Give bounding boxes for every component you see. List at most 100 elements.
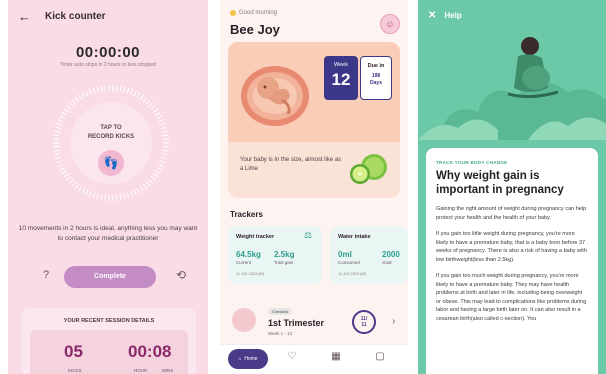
- dial-tick: [71, 181, 77, 187]
- dial-tick: [161, 153, 168, 156]
- profile-avatar[interactable]: ☺: [380, 14, 400, 34]
- session-duration: 00:08: [128, 342, 172, 361]
- dial-tick: [85, 90, 89, 97]
- total-gain: 2.5kg: [274, 250, 295, 259]
- dial-tick: [160, 156, 167, 160]
- weight-tracker-title: Weight tracker: [236, 234, 275, 240]
- dial-tick: [54, 130, 61, 133]
- dial-tick: [148, 102, 154, 108]
- dial-tick: [71, 99, 77, 105]
- water-consumed: 0ml: [338, 250, 352, 259]
- dial-tick: [159, 160, 166, 164]
- dial-tick: [53, 134, 60, 137]
- greeting: Good morning: [230, 10, 277, 16]
- dial-tick: [68, 178, 74, 184]
- dial-tick: [150, 176, 156, 181]
- dial-tick: [139, 185, 144, 192]
- dial-tick: [61, 111, 68, 116]
- recent-session-card: YOUR RECENT SESSION DETAILS 05 KICKS 00:…: [22, 308, 196, 374]
- dial-tick: [145, 181, 151, 187]
- bookmark-icon[interactable]: ▢: [372, 351, 388, 367]
- due-days-unit: Days: [370, 80, 382, 86]
- dial-tick: [158, 118, 165, 123]
- current-weight: 64.5kg: [236, 250, 261, 259]
- calendar-icon[interactable]: ▦: [328, 351, 344, 367]
- due-days: 198 Days: [361, 73, 391, 87]
- dial-tick: [115, 194, 118, 201]
- dial-tick: [130, 191, 134, 197]
- dial-tick: [74, 183, 80, 190]
- dial-tick: [136, 92, 141, 99]
- dial-tick: [139, 94, 144, 101]
- due-label: Due in: [367, 63, 385, 69]
- dial-tick: [133, 189, 137, 196]
- nav-home[interactable]: ⌂ Home: [228, 349, 268, 369]
- dial-tick: [78, 185, 83, 192]
- dial-tick: [53, 149, 60, 152]
- water-goal: 2000: [382, 250, 400, 259]
- dial-tick: [92, 87, 96, 94]
- user-icon: ☺: [385, 19, 395, 29]
- pregnancy-hero-card[interactable]: Week 12 Due in 198 Days Your baby is in …: [228, 42, 400, 198]
- dial-tick: [123, 193, 126, 200]
- dial-tick: [54, 153, 61, 156]
- home-icon: ⌂: [238, 356, 242, 362]
- nav-home-label: Home: [244, 356, 258, 362]
- heart-icon[interactable]: ♡: [284, 351, 300, 367]
- kick-counter-header: ← Kick counter: [18, 8, 198, 24]
- dial-tick: [133, 90, 137, 97]
- dial-tick: [85, 189, 89, 196]
- dial-tick: [161, 130, 168, 133]
- foot-icon: 👣: [103, 156, 119, 170]
- baby-size-text: Your baby is in the size, almost like as…: [240, 157, 342, 172]
- back-arrow-icon[interactable]: ←: [18, 9, 31, 24]
- record-kick-button[interactable]: 👣: [98, 150, 124, 176]
- weight-tracker-card[interactable]: Weight tracker ⚖ 64.5kg Current 2.5kg To…: [228, 226, 322, 284]
- tap-to-record-label: TAP TO RECORD KICKS: [70, 124, 152, 142]
- dial-tick: [66, 105, 72, 110]
- session-timer: 00:00:00: [75, 44, 141, 61]
- dial-tick: [92, 192, 96, 199]
- help-title: Help: [444, 11, 462, 20]
- dial-tick: [154, 170, 161, 175]
- due-card: Due in 198 Days: [360, 56, 392, 100]
- home-screen: Good morning Bee Joy ☺ Week 12 Due in 19…: [220, 0, 408, 374]
- dial-tick: [78, 94, 83, 101]
- baby-size-panel: Your baby is in the size, almost like as…: [228, 142, 400, 198]
- dial-tick: [159, 122, 166, 126]
- dial-tick: [150, 105, 156, 110]
- dial-tick: [57, 118, 64, 123]
- trimester-title: 1st Trimester: [268, 318, 325, 328]
- dial-tick: [142, 96, 148, 103]
- water-intake-card[interactable]: Water intake 0ml Consumed 2000 Goal 11 J…: [330, 226, 408, 284]
- dial-tick: [115, 85, 118, 92]
- dial-tick: [56, 122, 63, 126]
- dial-tick: [136, 187, 141, 194]
- dial-tick: [66, 176, 72, 181]
- complete-button[interactable]: Complete: [64, 266, 156, 288]
- chevron-right-icon[interactable]: ›: [392, 316, 395, 327]
- dial-tick: [88, 89, 92, 95]
- greeting-text: Good morning: [239, 10, 278, 16]
- lime-icon: [350, 154, 387, 184]
- dial-tick: [100, 194, 103, 201]
- water-date: 11 JUL 2023 (W): [338, 272, 367, 276]
- checklist-badge: Checklist: [268, 308, 293, 315]
- kick-dial[interactable]: TAP TO RECORD KICKS 👣: [52, 84, 170, 202]
- water-goal-label: Goal: [382, 260, 392, 265]
- dial-tick: [160, 126, 167, 130]
- article-paragraph: If you gain too little weight during pre…: [436, 231, 587, 263]
- help-question-icon[interactable]: ?: [38, 269, 54, 285]
- dial-tick: [55, 126, 62, 130]
- help-header: ✕ Help: [428, 10, 462, 21]
- dial-tick: [156, 115, 163, 120]
- sun-icon: [230, 10, 236, 16]
- baby-in-womb-illustration: [241, 66, 309, 126]
- close-icon[interactable]: ✕: [428, 10, 436, 21]
- dial-tick: [74, 96, 80, 103]
- reset-icon[interactable]: ⟲: [172, 268, 190, 286]
- trimester-card[interactable]: Checklist 1st Trimester Week 1 - 13 11/ …: [228, 302, 408, 342]
- dial-center[interactable]: TAP TO RECORD KICKS 👣: [70, 102, 152, 184]
- dial-tick: [59, 115, 66, 120]
- dial-tick: [156, 166, 163, 171]
